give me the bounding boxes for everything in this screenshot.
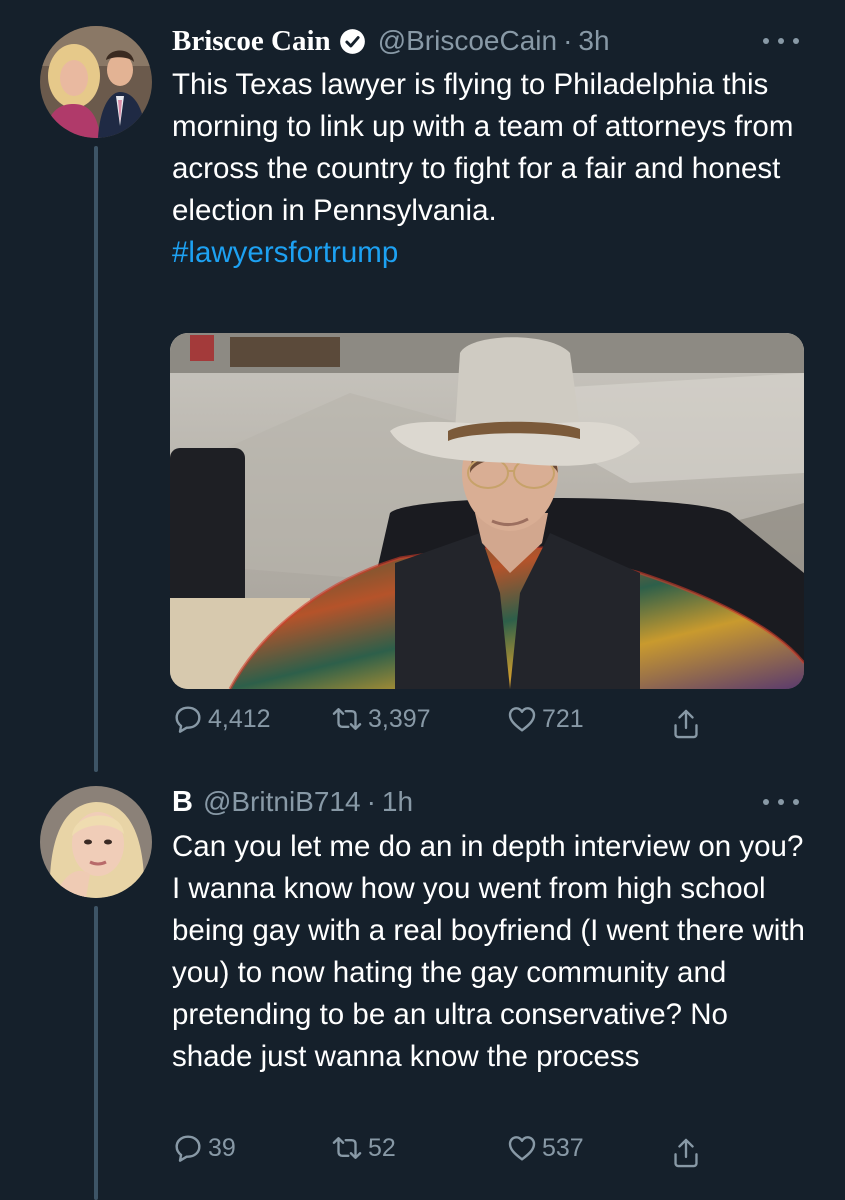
reply-count: 39 (208, 1133, 236, 1162)
more-icon[interactable] (763, 31, 799, 51)
like-count: 721 (542, 704, 584, 733)
reply-button[interactable]: 39 (172, 1132, 236, 1164)
like-icon (508, 1136, 536, 1161)
avatar[interactable] (40, 26, 152, 138)
retweet-button[interactable]: 52 (330, 1132, 396, 1164)
thread-line (94, 906, 98, 1200)
tweet-text: This Texas lawyer is flying to Philadelp… (172, 64, 812, 274)
timestamp[interactable]: 3h (578, 25, 609, 57)
retweet-icon (332, 708, 362, 730)
hashtag-link[interactable]: #lawyersfortrump (172, 236, 398, 269)
like-count: 537 (542, 1133, 584, 1162)
tweet-text: Can you let me do an in depth interview … (172, 826, 812, 1078)
tweet-britnib[interactable]: B @BritniB714 · 1h Can you let me do an … (0, 780, 845, 1200)
retweet-icon (332, 1137, 362, 1159)
separator: · (366, 786, 376, 817)
reply-icon (175, 706, 201, 733)
share-button[interactable] (670, 707, 702, 746)
thread-line (94, 146, 98, 772)
like-button[interactable]: 721 (506, 703, 584, 735)
like-button[interactable]: 537 (506, 1132, 584, 1164)
separator: · (563, 25, 573, 56)
handle[interactable]: @BriscoeCain (378, 25, 557, 57)
more-icon[interactable] (763, 792, 799, 812)
display-name[interactable]: B (172, 786, 193, 819)
tweet-actions: 4,412 3,397 721 (170, 703, 730, 743)
tweet-header: B @BritniB714 · 1h (172, 782, 413, 822)
timestamp[interactable]: 1h (382, 786, 413, 818)
tweet-photo[interactable] (170, 333, 804, 689)
retweet-button[interactable]: 3,397 (330, 703, 431, 735)
reply-count: 4,412 (208, 704, 271, 733)
display-name[interactable]: Briscoe Cain (172, 25, 331, 58)
share-icon (674, 709, 698, 739)
share-button[interactable] (670, 1136, 702, 1175)
tweet-header: Briscoe Cain @BriscoeCain · 3h (172, 21, 610, 61)
tweet-body: This Texas lawyer is flying to Philadelp… (172, 68, 794, 227)
retweet-count: 52 (368, 1133, 396, 1162)
tweet-briscoe-cain[interactable]: Briscoe Cain @BriscoeCain · 3h This Texa… (0, 0, 845, 780)
avatar[interactable] (40, 786, 152, 898)
retweet-count: 3,397 (368, 704, 431, 733)
reply-button[interactable]: 4,412 (172, 703, 271, 735)
reply-icon (175, 1135, 201, 1162)
share-icon (674, 1138, 698, 1168)
tweet-actions: 39 52 537 (170, 1132, 730, 1172)
tweet-body: Can you let me do an in depth interview … (172, 830, 805, 1073)
like-icon (508, 707, 536, 732)
verified-badge-icon (339, 28, 365, 54)
handle[interactable]: @BritniB714 (203, 786, 361, 818)
